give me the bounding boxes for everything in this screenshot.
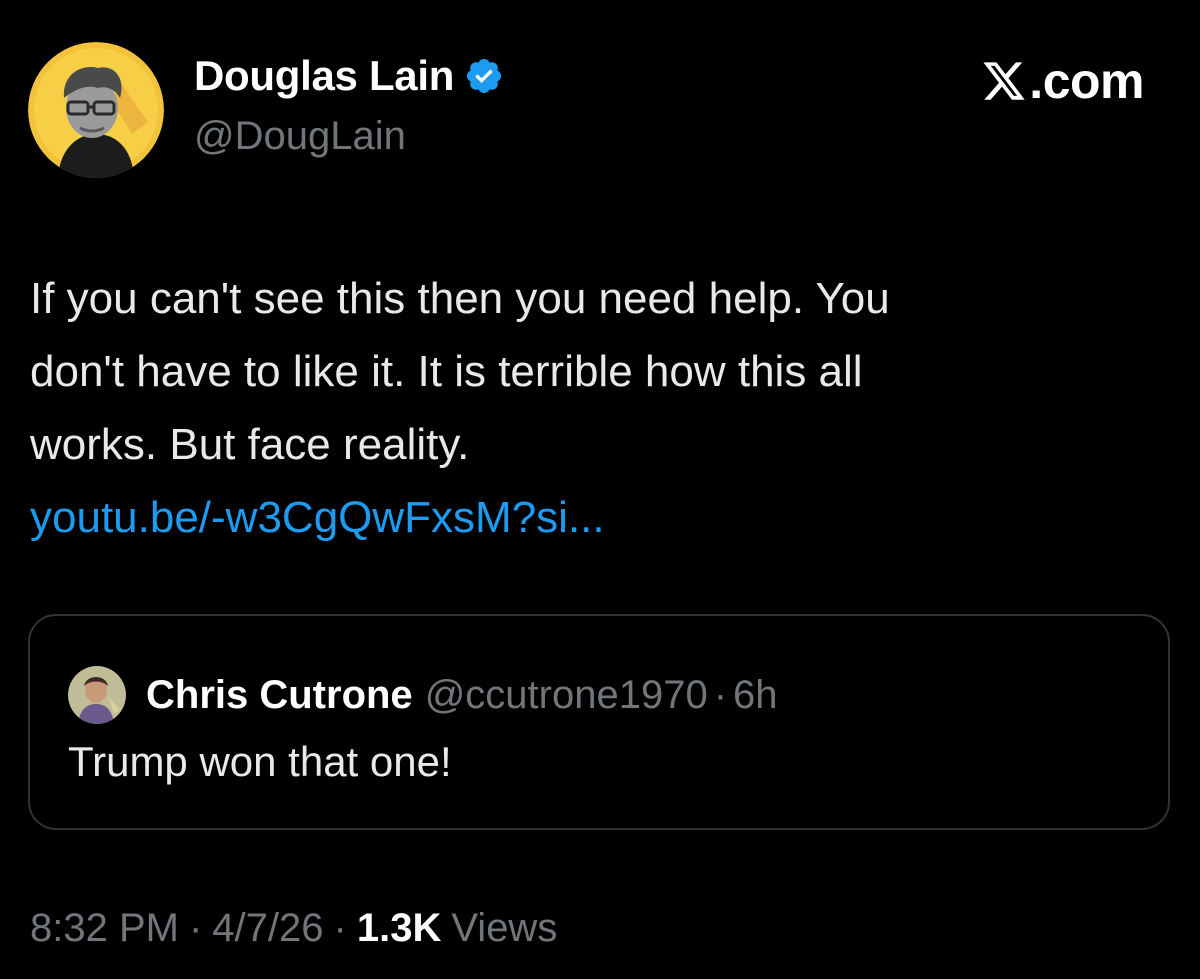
x-logo-icon <box>983 62 1026 100</box>
tweet-text: If you can't see this then you need help… <box>30 262 1160 554</box>
author-display-name[interactable]: Douglas Lain <box>194 52 454 100</box>
tweet-link[interactable]: youtu.be/-w3CgQwFxsM?si... <box>30 481 1160 554</box>
tweet-card: Douglas Lain @DougLain .com If you can't… <box>0 0 1200 979</box>
author-avatar-image <box>28 42 164 178</box>
brand-watermark: .com <box>981 52 1144 110</box>
tweet-time[interactable]: 8:32 PM <box>30 906 179 951</box>
quoted-timestamp[interactable]: 6h <box>733 673 778 718</box>
quoted-separator: · <box>713 672 728 717</box>
meta-separator: · <box>188 906 203 950</box>
author-name-row[interactable]: Douglas Lain <box>194 52 504 100</box>
tweet-text-line: works. But face reality. <box>30 420 470 469</box>
quoted-handle[interactable]: @ccutrone1970 <box>425 673 708 718</box>
quoted-display-name[interactable]: Chris Cutrone <box>146 673 413 718</box>
meta-separator: · <box>333 906 347 950</box>
quoted-author-avatar[interactable] <box>68 666 126 724</box>
quoted-tweet-text: Trump won that one! <box>68 738 452 785</box>
quoted-avatar-image <box>68 666 126 724</box>
author-avatar[interactable] <box>28 42 164 178</box>
brand-domain-label: .com <box>1029 53 1144 109</box>
views-label: Views <box>451 906 558 950</box>
quoted-tweet-card[interactable]: Chris Cutrone @ccutrone1970 · 6h Trump w… <box>28 614 1170 830</box>
verified-badge-icon <box>464 56 504 96</box>
tweet-text-line: don't have to like it. It is terrible ho… <box>30 347 863 396</box>
views-count[interactable]: 1.3K <box>357 906 442 951</box>
tweet-meta: 8:32 PM · 4/7/26 · 1.3K Views <box>30 906 557 951</box>
tweet-date[interactable]: 4/7/26 <box>212 906 323 951</box>
quoted-tweet-header: Chris Cutrone @ccutrone1970 · 6h <box>68 666 778 724</box>
author-handle[interactable]: @DougLain <box>194 114 406 159</box>
tweet-text-line: If you can't see this then you need help… <box>30 274 890 323</box>
